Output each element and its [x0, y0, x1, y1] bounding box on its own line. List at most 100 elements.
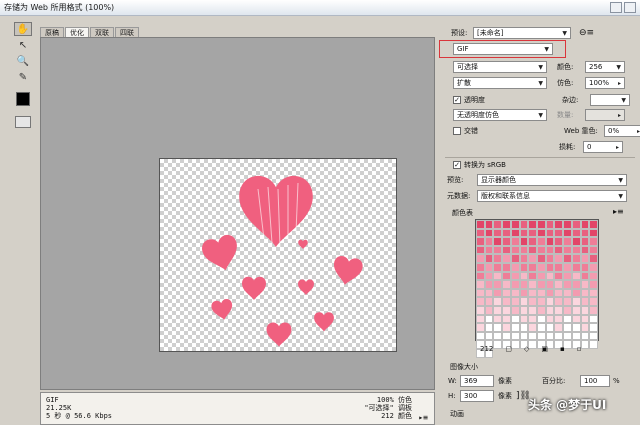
color-swatch[interactable]	[563, 288, 572, 298]
menu-icon[interactable]: ▸≡	[418, 413, 428, 422]
color-swatch[interactable]	[484, 271, 494, 281]
color-swatch[interactable]	[563, 254, 572, 263]
color-swatch[interactable]	[571, 228, 581, 238]
color-swatch[interactable]	[510, 237, 520, 246]
color-swatch[interactable]	[563, 220, 572, 229]
color-swatch[interactable]	[502, 280, 511, 289]
color-swatch[interactable]	[571, 331, 581, 341]
height-input[interactable]: 300	[460, 390, 494, 402]
color-swatch[interactable]	[554, 271, 564, 281]
color-swatch[interactable]	[589, 254, 598, 263]
color-swatch[interactable]	[484, 288, 494, 298]
color-swatch[interactable]	[519, 262, 529, 272]
color-swatch[interactable]	[571, 220, 581, 229]
preset-select[interactable]: [未命名] ▼	[473, 27, 571, 39]
color-swatch[interactable]	[519, 331, 529, 341]
color-swatch[interactable]	[510, 220, 520, 229]
color-swatch[interactable]	[571, 314, 581, 324]
transparency-dither-select[interactable]: 无透明度仿色 ▼	[453, 109, 547, 121]
color-swatch[interactable]	[545, 314, 555, 324]
color-swatch[interactable]	[537, 288, 546, 298]
color-swatch[interactable]	[571, 254, 581, 263]
color-swatch[interactable]	[493, 220, 503, 229]
color-swatch[interactable]	[502, 297, 511, 306]
toggle-slices-button[interactable]	[15, 116, 31, 128]
color-swatch[interactable]	[476, 228, 485, 238]
color-swatch[interactable]	[510, 288, 520, 298]
color-swatch[interactable]	[484, 323, 494, 332]
interlaced-checkbox[interactable]	[453, 127, 461, 135]
color-swatch[interactable]	[493, 262, 503, 272]
color-swatch[interactable]	[563, 237, 572, 246]
color-swatch[interactable]	[537, 245, 546, 255]
color-swatch[interactable]	[545, 280, 555, 289]
color-swatch[interactable]	[493, 271, 503, 281]
new-color-icon[interactable]: ▪	[560, 345, 565, 353]
color-swatch[interactable]	[493, 305, 503, 315]
color-swatch[interactable]	[589, 297, 598, 306]
color-swatch[interactable]	[545, 305, 555, 315]
color-swatch[interactable]	[537, 331, 546, 341]
color-swatch[interactable]	[493, 288, 503, 298]
color-swatch[interactable]	[476, 271, 485, 281]
color-swatch[interactable]	[563, 280, 572, 289]
color-swatch[interactable]	[580, 271, 590, 281]
color-swatch[interactable]	[510, 314, 520, 324]
color-swatch[interactable]	[554, 297, 564, 306]
color-swatch[interactable]	[554, 288, 564, 298]
color-swatch[interactable]	[484, 220, 494, 229]
color-swatch[interactable]	[476, 237, 485, 246]
color-swatch[interactable]	[571, 288, 581, 298]
color-swatch[interactable]	[510, 228, 520, 238]
color-swatch[interactable]	[563, 262, 572, 272]
color-swatch[interactable]	[537, 254, 546, 263]
color-swatch[interactable]	[580, 245, 590, 255]
color-swatch[interactable]	[554, 314, 564, 324]
lossy-select[interactable]: 0 ▸	[583, 141, 623, 153]
eyedropper-tool-icon[interactable]: ✎	[14, 70, 32, 84]
color-swatch[interactable]	[580, 323, 590, 332]
color-swatch[interactable]	[537, 237, 546, 246]
color-swatch[interactable]	[563, 323, 572, 332]
slice-select-tool-icon[interactable]: ↖	[14, 38, 32, 52]
color-swatch[interactable]	[510, 262, 520, 272]
color-swatch[interactable]	[493, 254, 503, 263]
color-swatch[interactable]	[580, 305, 590, 315]
color-swatch[interactable]	[580, 288, 590, 298]
transparency-checkbox[interactable]: ✓	[453, 96, 461, 104]
color-swatch[interactable]	[589, 305, 598, 315]
color-swatch[interactable]	[519, 237, 529, 246]
color-swatch[interactable]	[502, 228, 511, 238]
colors-select[interactable]: 256 ▼	[585, 61, 625, 73]
color-swatch[interactable]	[580, 237, 590, 246]
web-shift-icon[interactable]: ◇	[524, 345, 529, 353]
color-swatch[interactable]	[571, 271, 581, 281]
color-swatch[interactable]	[510, 280, 520, 289]
color-swatch[interactable]	[502, 245, 511, 255]
delete-color-icon[interactable]: ▫	[577, 345, 582, 353]
color-swatch[interactable]	[571, 245, 581, 255]
color-swatch[interactable]	[554, 220, 564, 229]
color-swatch[interactable]	[528, 245, 537, 255]
color-swatch[interactable]	[589, 323, 598, 332]
color-swatch[interactable]	[493, 245, 503, 255]
color-swatch[interactable]	[528, 280, 537, 289]
color-swatch[interactable]	[484, 228, 494, 238]
color-swatch[interactable]	[502, 323, 511, 332]
color-swatch[interactable]	[554, 305, 564, 315]
color-swatch[interactable]	[589, 280, 598, 289]
color-swatch[interactable]	[510, 254, 520, 263]
color-swatch[interactable]	[563, 305, 572, 315]
color-swatch[interactable]	[528, 288, 537, 298]
color-swatch[interactable]	[580, 331, 590, 341]
color-swatch[interactable]	[493, 297, 503, 306]
color-swatch[interactable]	[545, 220, 555, 229]
color-swatch[interactable]	[545, 271, 555, 281]
zoom-tool-icon[interactable]: 🔍	[14, 54, 32, 68]
percent-input[interactable]: 100	[580, 375, 610, 387]
color-swatch[interactable]	[528, 254, 537, 263]
color-swatch[interactable]	[580, 262, 590, 272]
color-swatch[interactable]	[545, 237, 555, 246]
settings-menu-icon[interactable]: ⊖≡	[579, 28, 594, 38]
color-swatch[interactable]	[484, 297, 494, 306]
